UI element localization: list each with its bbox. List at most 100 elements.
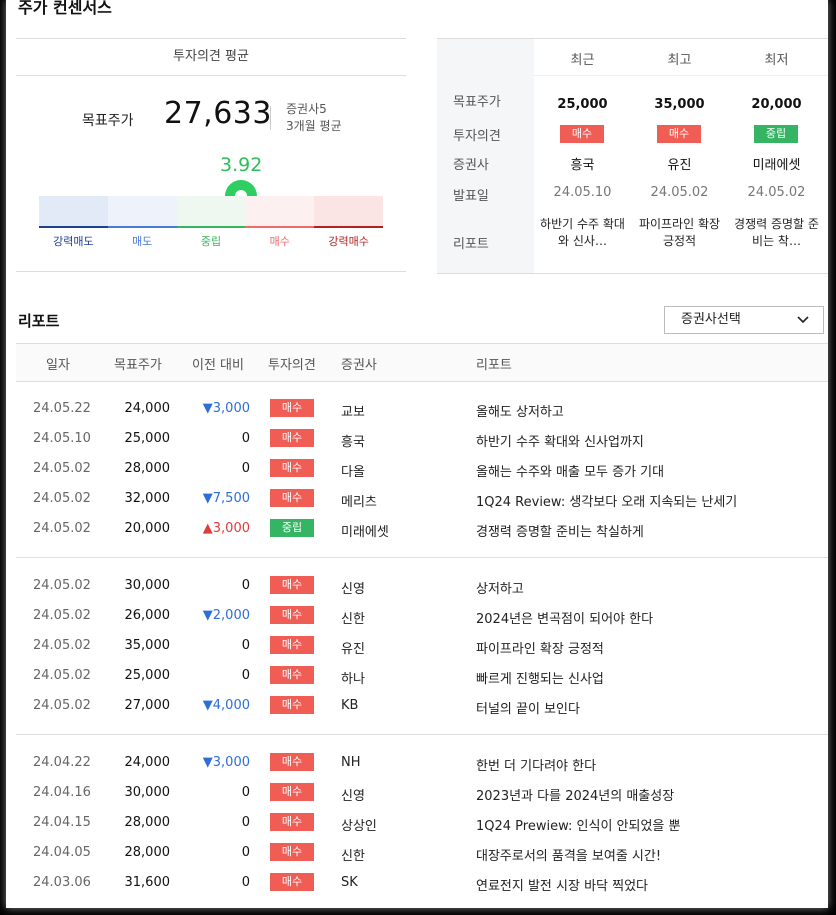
broker-name: NH — [341, 755, 361, 770]
row-label: 증권사 — [453, 158, 489, 173]
opinion-badge: 매수 — [270, 666, 314, 684]
report-title-link[interactable]: 파이프라인 확장 긍정적 — [476, 638, 604, 657]
report-title-link[interactable]: 2023년과 다를 2024년의 매출성장 — [476, 785, 674, 804]
report-title-link[interactable]: 1Q24 Prewiew: 인식이 안되었을 뿐 — [476, 815, 680, 834]
target-price: 25,000 — [557, 97, 608, 112]
table-row[interactable]: 24.05.02 35,000 0 매수 유진 파이프라인 확장 긍정적 — [16, 631, 828, 661]
row-label: 발표일 — [453, 189, 489, 204]
broker-name: 미래에셋 — [752, 158, 801, 173]
broker-name: 신한 — [341, 612, 365, 627]
report-title-link[interactable]: 올해는 수주와 매출 모두 증가 기대 — [476, 461, 664, 480]
publish-date: 24.05.02 — [650, 185, 709, 200]
table-row[interactable]: 24.05.02 27,000 ▼4,000 매수 KB 터널의 끝이 보인다 — [16, 691, 828, 721]
compare-row-labels: 목표주가 투자의견 증권사 발표일 리포트 — [437, 39, 534, 273]
report-target-price: 30,000 — [124, 785, 171, 800]
table-row[interactable]: 24.05.02 28,000 0 매수 다올 올해는 수주와 매출 모두 증가 기대 — [16, 454, 828, 484]
report-title-link[interactable]: 올해도 상저하고 — [476, 401, 564, 420]
compare-column-recent: 최근 25,000 매수 흥국 24.05.10 하반기 수주 확대와 신사… — [534, 39, 631, 273]
table-row[interactable]: 24.05.02 32,000 ▼7,500 매수 메리츠 1Q24 Review: 생각… — [16, 484, 828, 514]
opinion-score: 3.92 — [220, 154, 263, 176]
col-header-diff: 이전 대비 — [192, 358, 244, 373]
gauge-label: 매도 — [132, 235, 153, 248]
gauge-labels: 강력매도 매도 중립 매수 강력매수 — [39, 233, 383, 249]
broker-name: 신영 — [341, 582, 365, 597]
column-header: 최저 — [764, 53, 789, 68]
broker-name: 상상인 — [341, 819, 377, 834]
table-row[interactable]: 24.04.05 28,000 0 매수 신한 대장주로서의 품격을 보여줄 시간! — [16, 838, 828, 868]
table-row[interactable]: 24.04.22 24,000 ▼3,000 매수 NH 한번 더 기다려야 한다 — [16, 748, 828, 778]
gauge-label: 강력매도 — [53, 235, 94, 248]
report-link[interactable]: 파이프라인 확장 긍정적 — [635, 216, 724, 250]
target-price-label: 목표주가 — [82, 113, 134, 129]
broker-name: 메리츠 — [341, 495, 377, 510]
table-row[interactable]: 24.04.16 30,000 0 매수 신영 2023년과 다를 2024년의 매출성장 — [16, 778, 828, 808]
divider — [270, 106, 271, 130]
report-title-link[interactable]: 한번 더 기다려야 한다 — [476, 755, 596, 774]
report-title-link[interactable]: 경쟁력 증명할 준비는 착실하게 — [476, 521, 644, 540]
report-title-link[interactable]: 터널의 끝이 보인다 — [476, 698, 580, 717]
report-target-price: 31,600 — [124, 875, 171, 890]
report-title-link[interactable]: 빠르게 진행되는 신사업 — [476, 668, 604, 687]
row-label: 목표주가 — [453, 95, 501, 110]
broker-name: 미래에셋 — [341, 525, 389, 540]
table-row[interactable]: 24.05.10 25,000 0 매수 흥국 하반기 수주 확대와 신사업까지 — [16, 424, 828, 454]
row-label: 투자의견 — [453, 129, 501, 144]
summary-header: 투자의견 평균 — [16, 38, 406, 76]
report-price-change: 0 — [241, 638, 250, 653]
chevron-down-icon — [797, 307, 809, 342]
report-date: 24.03.06 — [33, 875, 91, 890]
report-title-link[interactable]: 연료전지 발전 시장 바닥 찍었다 — [476, 875, 648, 894]
report-link[interactable]: 하반기 수주 확대와 신사… — [538, 216, 627, 250]
table-row[interactable]: 24.03.06 31,600 0 매수 SK 연료전지 발전 시장 바닥 찍었다 — [16, 868, 828, 898]
gauge-neutral — [176, 196, 246, 228]
report-date: 24.04.15 — [33, 815, 91, 830]
opinion-gauge — [39, 196, 383, 228]
opinion-summary-panel: 투자의견 평균 목표주가 27,633 증권사5 3개월 평균 3.92 강력매… — [16, 38, 406, 272]
broker-select[interactable]: 증권사선택 — [664, 306, 824, 334]
broker-name: 다올 — [341, 465, 365, 480]
report-title-link[interactable]: 2024년은 변곡점이 되어야 한다 — [476, 608, 653, 627]
broker-name: 신영 — [341, 789, 365, 804]
table-row[interactable]: 24.05.02 30,000 0 매수 신영 상저하고 — [16, 571, 828, 601]
target-price-meta: 증권사5 3개월 평균 — [286, 101, 342, 135]
table-row[interactable]: 24.05.02 25,000 0 매수 하나 빠르게 진행되는 신사업 — [16, 661, 828, 691]
col-header-broker: 증권사 — [341, 358, 377, 373]
opinion-badge: 중립 — [270, 519, 314, 537]
report-title-link[interactable]: 1Q24 Review: 생각보다 오래 지속되는 난세기 — [476, 491, 737, 510]
table-row[interactable]: 24.05.02 26,000 ▼2,000 매수 신한 2024년은 변곡점이 되어야 … — [16, 601, 828, 631]
opinion-badge: 매수 — [270, 873, 314, 891]
publish-date: 24.05.02 — [747, 185, 806, 200]
report-link[interactable]: 경쟁력 증명할 준비는 착… — [732, 216, 821, 250]
row-label: 리포트 — [453, 237, 489, 252]
table-row[interactable]: 24.05.22 24,000 ▼3,000 매수 교보 올해도 상저하고 — [16, 394, 828, 424]
gauge-label: 강력매수 — [328, 235, 369, 248]
table-row[interactable]: 24.05.02 20,000 ▲3,000 중립 미래에셋 경쟁력 증명할 준비는 착실… — [16, 514, 828, 544]
opinion-badge: 매수 — [657, 125, 701, 143]
report-price-change: ▲3,000 — [202, 521, 250, 536]
column-header: 최고 — [667, 53, 692, 68]
report-title-link[interactable]: 대장주로서의 품격을 보여줄 시간! — [476, 845, 661, 864]
broker-name: 교보 — [341, 405, 365, 420]
report-target-price: 32,000 — [124, 491, 171, 506]
report-price-change: ▼2,000 — [202, 608, 250, 623]
report-target-price: 27,000 — [124, 698, 171, 713]
report-price-change: 0 — [241, 668, 250, 683]
gauge-label: 중립 — [200, 235, 222, 248]
opinion-badge: 매수 — [270, 696, 314, 714]
table-row[interactable]: 24.04.15 28,000 0 매수 상상인 1Q24 Prewiew: 인식이 안되… — [16, 808, 828, 838]
opinion-badge: 중립 — [754, 125, 798, 143]
report-target-price: 35,000 — [124, 638, 171, 653]
report-title-link[interactable]: 하반기 수주 확대와 신사업까지 — [476, 431, 644, 450]
report-date: 24.05.02 — [33, 491, 91, 506]
reports-table-header: 일자 목표주가 이전 대비 투자의견 증권사 리포트 — [16, 343, 828, 382]
report-price-change: 0 — [241, 845, 250, 860]
gauge-strong-buy — [314, 196, 383, 228]
report-title-link[interactable]: 상저하고 — [476, 578, 524, 597]
opinion-badge: 매수 — [270, 843, 314, 861]
report-price-change: 0 — [241, 785, 250, 800]
report-price-change: ▼3,000 — [202, 401, 250, 416]
publish-date: 24.05.10 — [553, 185, 612, 200]
broker-name: KB — [341, 698, 359, 713]
report-date: 24.04.05 — [33, 845, 91, 860]
divider — [16, 271, 406, 272]
